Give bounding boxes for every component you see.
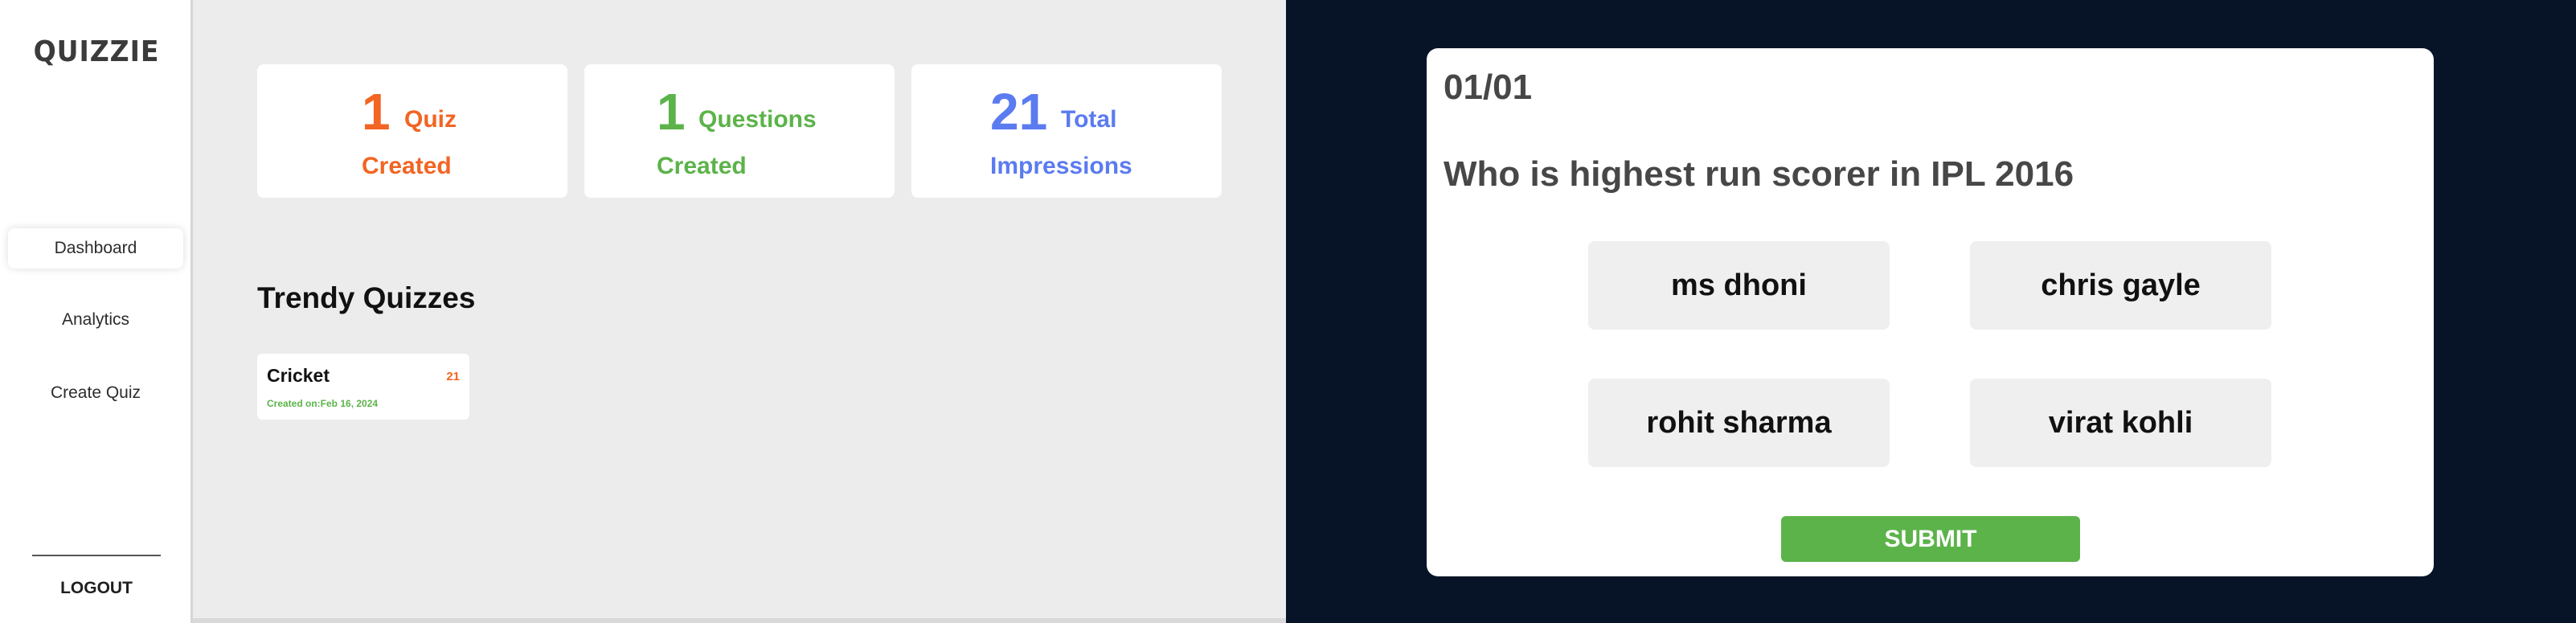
sidebar: QUIZZIE Dashboard Analytics Create Quiz … (0, 0, 193, 623)
stat-value: 21 (990, 83, 1048, 141)
stat-card-questions-created: 1 Questions Created (584, 64, 895, 198)
stat-value: 1 (657, 83, 686, 141)
stat-label-bottom: Impressions (990, 153, 1132, 179)
sidebar-item-dashboard[interactable]: Dashboard (8, 228, 183, 268)
stat-label-top: Questions (698, 106, 817, 133)
stat-label-bottom: Created (657, 153, 747, 179)
trendy-quiz-impressions: 21 (446, 370, 460, 383)
answer-option[interactable]: rohit sharma (1588, 379, 1890, 467)
trendy-quiz-name: Cricket (267, 365, 330, 386)
question-text: Who is highest run scorer in IPL 2016 (1444, 154, 2074, 194)
quiz-modal: 01/01 Who is highest run scorer in IPL 2… (1427, 48, 2434, 576)
sidebar-item-analytics[interactable]: Analytics (8, 300, 183, 340)
stat-label-top: Total (1061, 106, 1117, 133)
question-counter: 01/01 (1444, 68, 1533, 107)
submit-button[interactable]: SUBMIT (1781, 516, 2080, 562)
dashboard-app: QUIZZIE Dashboard Analytics Create Quiz … (0, 0, 1286, 623)
trendy-quizzes-heading: Trendy Quizzes (257, 281, 476, 314)
logout-button[interactable]: LOGOUT (0, 579, 193, 598)
stat-label-bottom: Created (362, 153, 452, 179)
stat-card-total-impressions: 21 Total Impressions (911, 64, 1222, 198)
trendy-quiz-card[interactable]: Cricket 21 Created on:Feb 16, 2024 (257, 354, 469, 420)
stat-label-top: Quiz (404, 106, 457, 133)
sidebar-item-create-quiz[interactable]: Create Quiz (8, 373, 183, 413)
horizontal-scrollbar[interactable] (193, 618, 1286, 623)
app-logo: QUIZZIE (33, 35, 160, 68)
trendy-quiz-date: Created on:Feb 16, 2024 (267, 398, 379, 409)
sidebar-divider (32, 555, 161, 556)
stat-card-quiz-created: 1 Quiz Created (257, 64, 567, 198)
answer-option[interactable]: chris gayle (1970, 241, 2271, 330)
modal-overlay: 01/01 Who is highest run scorer in IPL 2… (1286, 0, 2576, 623)
answer-option[interactable]: virat kohli (1970, 379, 2271, 467)
answer-option[interactable]: ms dhoni (1588, 241, 1890, 330)
stat-value: 1 (362, 83, 391, 141)
